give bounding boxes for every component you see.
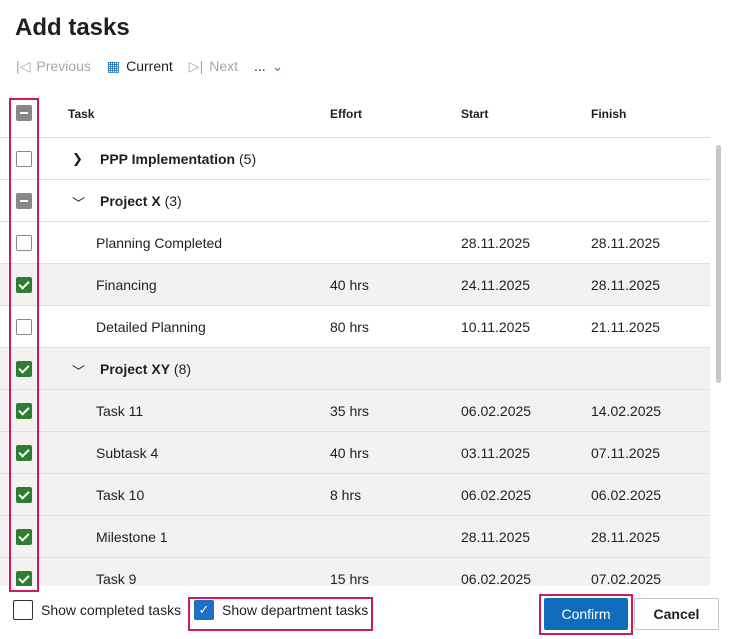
group-name: Project X (3) — [100, 193, 182, 209]
task-name: Subtask 4 — [96, 445, 159, 461]
task-effort: 35 hrs — [330, 403, 369, 419]
task-name: Detailed Planning — [96, 319, 206, 335]
previous-button[interactable]: |◁ Previous — [16, 58, 91, 75]
table-row[interactable]: Milestone 1 28.11.2025 28.11.2025 — [0, 516, 710, 558]
confirm-button[interactable]: Confirm — [544, 598, 628, 630]
table-row[interactable]: Task 9 15 hrs 06.02.2025 07.02.2025 — [0, 558, 710, 586]
task-effort: 15 hrs — [330, 571, 369, 586]
highlight-checkbox-column — [9, 98, 39, 592]
task-effort: 8 hrs — [330, 487, 362, 503]
current-button[interactable]: ▦ Current — [107, 58, 173, 75]
task-name: Task 11 — [96, 403, 144, 419]
chevron-right-icon[interactable]: ❯ — [72, 151, 83, 167]
task-start: 24.11.2025 — [461, 277, 531, 293]
task-finish: 21.11.2025 — [591, 319, 661, 335]
group-row[interactable]: ﹀ Project XY (8) — [0, 348, 710, 390]
group-name: Project XY (8) — [100, 361, 192, 377]
chevron-down-icon[interactable]: ﹀ — [72, 361, 85, 380]
task-finish: 14.02.2025 — [591, 403, 662, 419]
task-finish: 06.02.2025 — [591, 487, 662, 503]
task-start: 03.11.2025 — [461, 445, 531, 461]
task-effort: 40 hrs — [330, 445, 369, 461]
task-finish: 07.11.2025 — [591, 445, 661, 461]
calendar-icon: ▦ — [106, 57, 121, 74]
task-start: 10.11.2025 — [461, 319, 531, 335]
dialog-title: Add tasks — [15, 14, 130, 41]
task-effort: 80 hrs — [330, 319, 369, 335]
show-completed-toggle[interactable]: Show completed tasks — [13, 600, 181, 620]
table-row[interactable]: Financing 40 hrs 24.11.2025 28.11.2025 — [0, 264, 710, 306]
table-row[interactable]: Planning Completed 28.11.2025 28.11.2025 — [0, 222, 710, 264]
show-department-toggle[interactable]: ✓ Show department tasks — [194, 600, 368, 620]
task-name: Milestone 1 — [96, 529, 168, 545]
toolbar: |◁ Previous ▦ Current ▷| Next ... ⌄ — [16, 57, 299, 75]
task-finish: 28.11.2025 — [591, 235, 661, 251]
group-row[interactable]: ❯ PPP Implementation (5) — [0, 138, 710, 180]
task-list: ❯ PPP Implementation (5) ﹀ Project X (3) Pla… — [0, 138, 710, 586]
task-start: 06.02.2025 — [461, 487, 532, 503]
show-department-checkbox[interactable]: ✓ — [194, 600, 214, 620]
task-name: Task 9 — [96, 571, 137, 586]
group-name: PPP Implementation (5) — [100, 151, 257, 167]
table-row[interactable]: Task 11 35 hrs 06.02.2025 14.02.2025 — [0, 390, 710, 432]
show-completed-checkbox[interactable] — [13, 600, 33, 620]
column-effort[interactable]: Effort — [330, 107, 362, 121]
column-start[interactable]: Start — [461, 107, 488, 121]
previous-icon: |◁ — [16, 57, 31, 74]
table-header: Task Effort Start Finish — [0, 92, 710, 138]
task-start: 06.02.2025 — [461, 571, 532, 586]
task-name: Planning Completed — [96, 235, 223, 251]
column-finish[interactable]: Finish — [591, 107, 626, 121]
task-finish: 28.11.2025 — [591, 529, 661, 545]
scrollbar[interactable] — [716, 145, 721, 383]
task-effort: 40 hrs — [330, 277, 369, 293]
cancel-button[interactable]: Cancel — [634, 598, 719, 630]
task-finish: 07.02.2025 — [591, 571, 662, 586]
task-name: Financing — [96, 277, 157, 293]
task-finish: 28.11.2025 — [591, 277, 661, 293]
chevron-down-icon: ⌄ — [271, 57, 284, 74]
task-start: 28.11.2025 — [461, 235, 531, 251]
table-row[interactable]: Detailed Planning 80 hrs 10.11.2025 21.11.2… — [0, 306, 710, 348]
column-task[interactable]: Task — [68, 107, 94, 121]
table-row[interactable]: Task 10 8 hrs 06.02.2025 06.02.2025 — [0, 474, 710, 516]
chevron-down-icon[interactable]: ﹀ — [72, 193, 85, 212]
task-name: Task 10 — [96, 487, 145, 503]
group-row[interactable]: ﹀ Project X (3) — [0, 180, 710, 222]
next-button[interactable]: ▷| Next — [189, 58, 238, 75]
next-icon: ▷| — [188, 57, 204, 74]
more-button[interactable]: ... ⌄ — [254, 58, 283, 75]
task-start: 28.11.2025 — [461, 529, 531, 545]
task-start: 06.02.2025 — [461, 403, 532, 419]
table-row[interactable]: Subtask 4 40 hrs 03.11.2025 07.11.2025 — [0, 432, 710, 474]
